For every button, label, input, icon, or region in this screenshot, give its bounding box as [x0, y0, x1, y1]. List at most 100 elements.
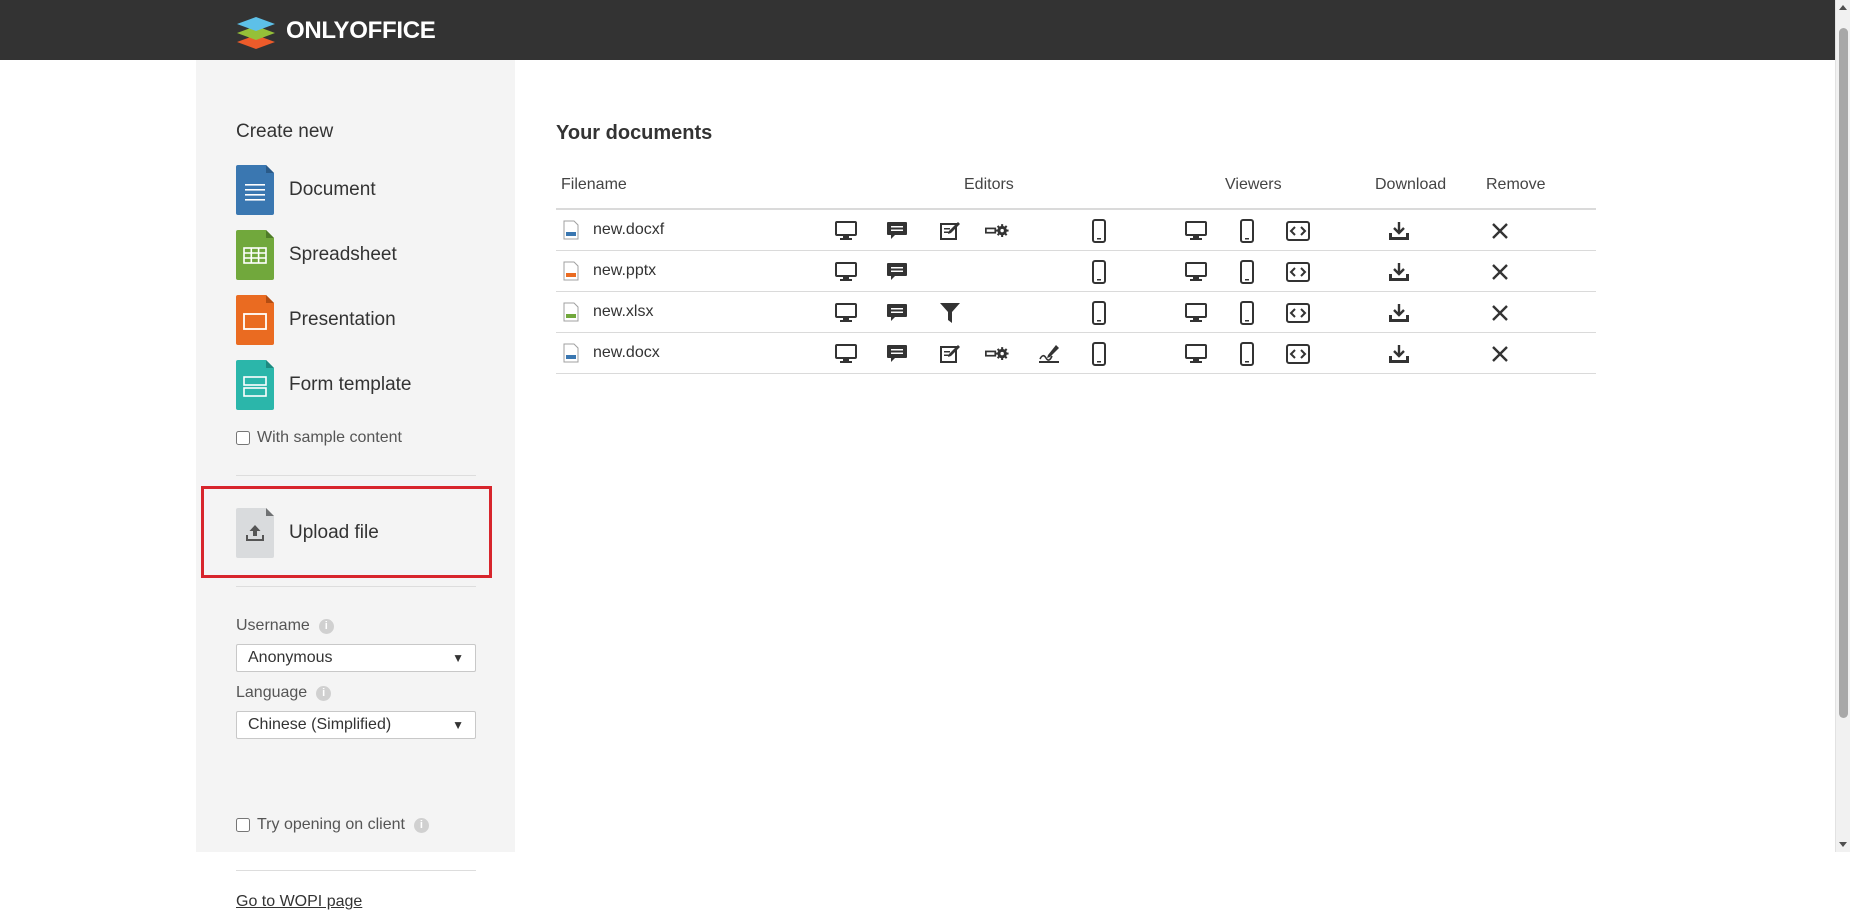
create-item-label: Spreadsheet	[289, 244, 397, 265]
sample-content-label: With sample content	[257, 429, 402, 446]
remove-icon[interactable]	[1488, 302, 1512, 324]
divider	[236, 586, 476, 587]
view-mobile-icon[interactable]	[1235, 342, 1259, 366]
embed-icon[interactable]	[1286, 220, 1310, 242]
create-presentation-button[interactable]: Presentation	[236, 295, 476, 345]
scrollbar-thumb[interactable]	[1839, 28, 1848, 718]
col-download: Download	[1375, 176, 1447, 193]
file-type-icon	[563, 343, 579, 363]
col-filename: Filename	[561, 176, 627, 193]
fill-form-icon[interactable]	[985, 220, 1009, 242]
form-template-icon	[236, 360, 274, 410]
file-type-icon	[563, 302, 579, 322]
try-client-option[interactable]: Try opening on client i	[236, 816, 429, 834]
file-name-link[interactable]: new.docxf	[563, 220, 664, 240]
username-label: Username i	[236, 617, 334, 635]
language-label: Language i	[236, 684, 332, 702]
create-item-label: Form template	[289, 374, 412, 395]
username-select[interactable]: Anonymous ▼	[236, 644, 476, 672]
download-icon[interactable]	[1387, 261, 1411, 283]
file-type-icon	[563, 261, 579, 281]
create-new-title: Create new	[236, 121, 334, 142]
file-name: new.pptx	[593, 262, 657, 279]
view-desktop-icon[interactable]	[1184, 302, 1208, 324]
table-row: new.docxf	[556, 210, 1596, 251]
view-mobile-icon[interactable]	[1235, 219, 1259, 243]
download-icon[interactable]	[1387, 220, 1411, 242]
file-name-link[interactable]: new.xlsx	[563, 302, 653, 322]
divider	[236, 870, 476, 871]
chevron-down-icon: ▼	[452, 651, 464, 665]
document-icon	[236, 165, 274, 215]
mobile-icon[interactable]	[1087, 301, 1111, 325]
remove-icon[interactable]	[1488, 261, 1512, 283]
info-icon[interactable]: i	[413, 817, 429, 833]
view-mobile-icon[interactable]	[1235, 301, 1259, 325]
col-remove: Remove	[1486, 176, 1546, 193]
embed-icon[interactable]	[1286, 302, 1310, 324]
fill-form-icon[interactable]	[985, 343, 1009, 365]
embed-icon[interactable]	[1286, 343, 1310, 365]
mobile-icon[interactable]	[1087, 219, 1111, 243]
file-type-icon	[563, 220, 579, 240]
create-item-label: Presentation	[289, 309, 396, 330]
view-desktop-icon[interactable]	[1184, 343, 1208, 365]
view-desktop-icon[interactable]	[1184, 261, 1208, 283]
download-icon[interactable]	[1387, 302, 1411, 324]
embed-icon[interactable]	[1286, 261, 1310, 283]
mobile-icon[interactable]	[1087, 260, 1111, 284]
sample-content-checkbox[interactable]	[236, 431, 250, 445]
onlyoffice-logo[interactable]: ONLYOFFICE	[235, 13, 436, 49]
sample-content-option[interactable]: With sample content	[236, 429, 402, 447]
comment-icon[interactable]	[885, 302, 909, 324]
scrollbar[interactable]	[1835, 0, 1850, 852]
divider	[236, 475, 476, 476]
desktop-icon[interactable]	[834, 343, 858, 365]
logo-text: ONLYOFFICE	[286, 17, 436, 44]
review-icon[interactable]	[938, 220, 962, 242]
col-editors: Editors	[964, 176, 1014, 193]
view-mobile-icon[interactable]	[1235, 260, 1259, 284]
chevron-down-icon: ▼	[452, 718, 464, 732]
mobile-icon[interactable]	[1087, 342, 1111, 366]
top-bar: ONLYOFFICE	[0, 0, 1835, 60]
table-row: new.pptx	[556, 251, 1596, 292]
desktop-icon[interactable]	[834, 261, 858, 283]
create-document-button[interactable]: Document	[236, 165, 476, 215]
documents-table: Filename Editors Viewers Download Remove…	[556, 172, 1596, 374]
desktop-icon[interactable]	[834, 302, 858, 324]
info-icon[interactable]: i	[318, 618, 334, 634]
documents-title: Your documents	[556, 122, 713, 144]
create-spreadsheet-button[interactable]: Spreadsheet	[236, 230, 476, 280]
comment-icon[interactable]	[885, 261, 909, 283]
create-form-template-button[interactable]: Form template	[236, 360, 476, 410]
table-header: Filename Editors Viewers Download Remove	[556, 172, 1596, 210]
info-icon[interactable]: i	[316, 685, 332, 701]
view-desktop-icon[interactable]	[1184, 220, 1208, 242]
scroll-up-arrow-icon[interactable]	[1839, 5, 1847, 10]
col-viewers: Viewers	[1225, 176, 1282, 193]
desktop-icon[interactable]	[834, 220, 858, 242]
language-select[interactable]: Chinese (Simplified) ▼	[236, 711, 476, 739]
review-icon[interactable]	[938, 343, 962, 365]
download-icon[interactable]	[1387, 343, 1411, 365]
upload-highlight-box	[201, 486, 492, 578]
file-name-link[interactable]: new.pptx	[563, 261, 656, 281]
scroll-down-arrow-icon[interactable]	[1839, 842, 1847, 847]
sign-icon[interactable]	[1037, 343, 1061, 365]
comment-icon[interactable]	[885, 220, 909, 242]
table-body: new.docxf new.pptx new.xlsx new.docx	[556, 210, 1596, 374]
comment-icon[interactable]	[885, 343, 909, 365]
file-name-link[interactable]: new.docx	[563, 343, 660, 363]
remove-icon[interactable]	[1488, 343, 1512, 365]
try-client-checkbox[interactable]	[236, 818, 250, 832]
onlyoffice-logo-icon	[237, 17, 275, 49]
spreadsheet-icon	[236, 230, 274, 280]
wopi-link[interactable]: Go to WOPI page	[236, 893, 362, 911]
sidebar: Create new Document Spreadsheet Presenta…	[196, 60, 515, 910]
file-name: new.xlsx	[593, 303, 654, 320]
file-name: new.docxf	[593, 221, 665, 238]
create-item-label: Document	[289, 179, 376, 200]
filter-icon[interactable]	[938, 302, 962, 324]
remove-icon[interactable]	[1488, 220, 1512, 242]
